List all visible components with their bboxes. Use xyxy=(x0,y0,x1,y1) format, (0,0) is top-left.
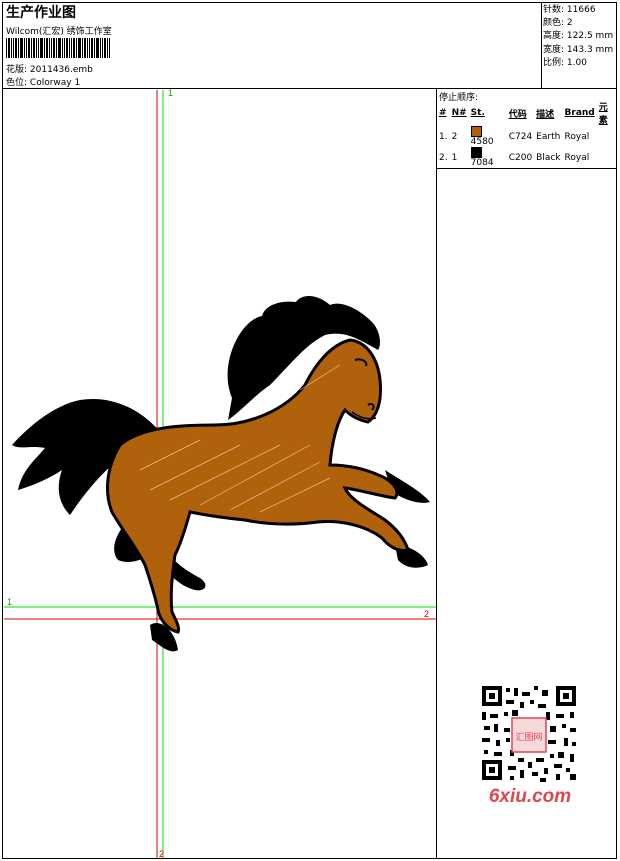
guide-label-v2: 2 xyxy=(159,849,164,859)
svg-text:汇图网: 汇图网 xyxy=(515,732,542,742)
qr-code: 汇图网 6xiu.com xyxy=(470,678,588,807)
guide-label-h1: 1 xyxy=(7,597,12,607)
guide-label-h2: 2 xyxy=(424,609,429,619)
watermark-url: 6xiu.com xyxy=(489,786,571,803)
guide-label-v1: 1 xyxy=(168,88,173,98)
